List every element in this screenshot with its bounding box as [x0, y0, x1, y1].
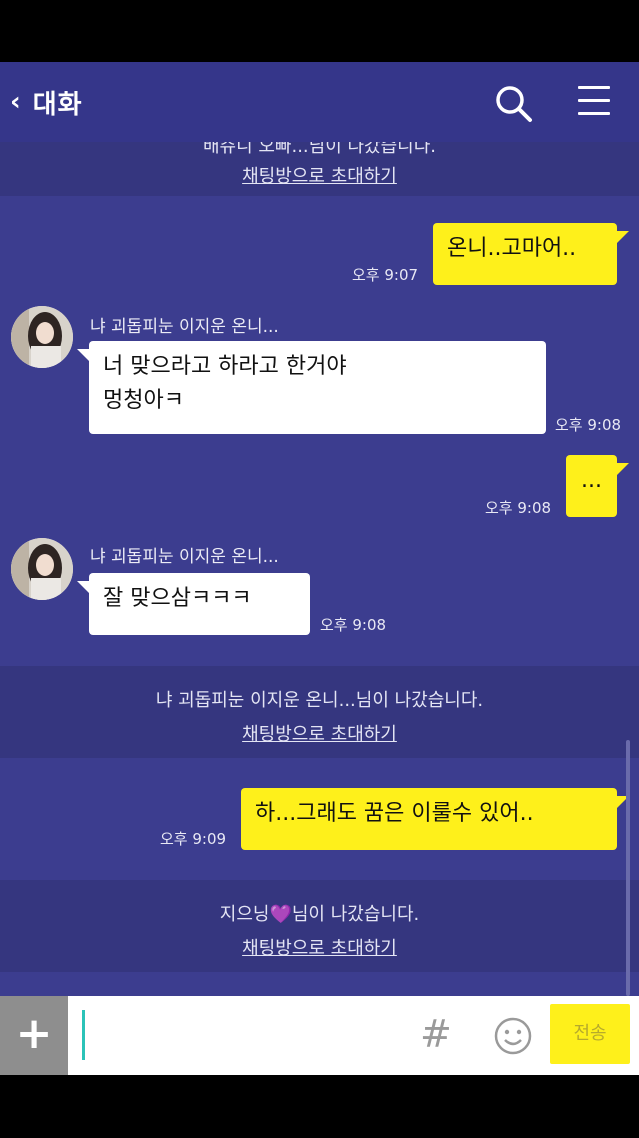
message-input[interactable]	[86, 1006, 406, 1064]
chat-header: ‹ 대화	[0, 62, 639, 142]
bubble-tail	[617, 231, 629, 243]
hashtag-button[interactable]: #	[420, 1012, 452, 1056]
sender-name: 냐 괴돕피눈 이지운 온니...	[90, 547, 279, 567]
message-time: 오후 9:09	[160, 830, 227, 848]
bubble-tail	[77, 581, 89, 593]
text-caret	[82, 1010, 85, 1060]
message-time: 오후 9:08	[555, 416, 622, 434]
invite-link[interactable]: 채팅방으로 초대하기	[0, 162, 639, 188]
message-time: 오후 9:08	[485, 499, 552, 517]
system-notice: 냐 괴돕피눈 이지운 온니...님이 나갔습니다. 채팅방으로 초대하기	[0, 666, 639, 758]
message-time: 오후 9:07	[352, 266, 419, 284]
message-line: 너 맞으라고 하라고 한거야	[103, 354, 347, 379]
menu-icon[interactable]	[576, 86, 616, 122]
bubble-tail	[617, 463, 629, 475]
other-message-bubble[interactable]: 잘 맞으삼ㅋㅋㅋ	[89, 573, 310, 635]
invite-link[interactable]: 채팅방으로 초대하기	[0, 720, 639, 746]
message-input-bar: + # 전송	[0, 996, 639, 1075]
smiley-icon[interactable]	[493, 1016, 533, 1056]
scrollbar[interactable]	[626, 740, 630, 996]
message-time: 오후 9:08	[320, 616, 387, 634]
system-notice: 지으닝💜님이 나갔습니다. 채팅방으로 초대하기	[0, 880, 639, 972]
avatar[interactable]	[11, 306, 73, 368]
avatar[interactable]	[11, 538, 73, 600]
back-label: 대화	[32, 89, 83, 120]
sender-name: 냐 괴돕피눈 이지운 온니...	[90, 317, 279, 337]
invite-link[interactable]: 채팅방으로 초대하기	[0, 934, 639, 960]
chevron-left-icon: ‹	[10, 87, 21, 117]
other-message-bubble[interactable]: 너 맞으라고 하라고 한거야 멍청아ㅋ	[89, 341, 546, 434]
system-notice-text: 냐 괴돕피눈 이지운 온니...님이 나갔습니다.	[155, 690, 484, 711]
my-message-bubble[interactable]: ...	[566, 455, 617, 517]
send-button[interactable]: 전송	[550, 1004, 630, 1064]
bubble-tail	[77, 349, 89, 361]
back-button[interactable]: ‹ 대화	[10, 82, 83, 122]
chat-screen: 배쥬니 오빠...님이 나갔습니다. 채팅방으로 초대하기 ‹ 대화 오후 9:…	[0, 62, 639, 1075]
message-line: 멍청아ㅋ	[103, 388, 184, 413]
my-message-bubble[interactable]: 하...그래도 꿈은 이룰수 있어..	[241, 788, 617, 850]
search-icon[interactable]	[494, 84, 534, 124]
my-message-bubble[interactable]: 온니..고마어..	[433, 223, 617, 285]
attach-plus-button[interactable]: +	[0, 996, 68, 1075]
system-notice-text: 지으닝💜님이 나갔습니다.	[219, 904, 420, 925]
